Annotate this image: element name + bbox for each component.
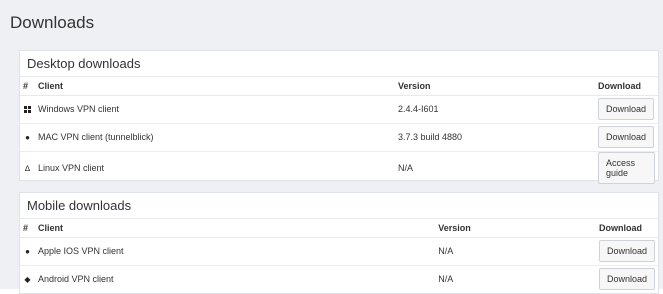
client-name: Apple IOS VPN client: [35, 237, 436, 266]
column-header-download: Download: [595, 77, 658, 96]
client-name: Linux VPN client: [38, 162, 105, 173]
android-download-button[interactable]: Download: [598, 268, 655, 291]
column-header-client: Client: [35, 77, 395, 96]
column-header-version: Version: [435, 219, 596, 238]
desktop-downloads-table: # Client Version Download Windows VPN cl…: [20, 77, 658, 184]
client-version: 3.7.3 build 4880: [395, 123, 595, 152]
android-icon: ◆: [24, 275, 31, 285]
mobile-downloads-heading: Mobile downloads: [20, 193, 658, 219]
linux-access-guide-button[interactable]: Access guide: [598, 151, 655, 184]
client-name: MAC VPN client (tunnelblick): [35, 123, 395, 152]
client-version: 2.4.4-I601: [395, 95, 595, 124]
column-header-download: Download: [595, 219, 658, 238]
ios-download-button[interactable]: Download: [598, 240, 655, 262]
client-version: N/A: [398, 162, 414, 173]
table-row: ● MAC VPN client (tunnelblick) 3.7.3 bui…: [20, 123, 658, 152]
client-version: N/A: [435, 237, 596, 266]
desktop-downloads-panel: Desktop downloads # Client Version Downl…: [19, 50, 659, 184]
linux-icon: ∆: [25, 163, 30, 173]
table-row: Windows VPN client 2.4.4-I601 Download: [20, 95, 658, 124]
table-header-row: # Client Version Download: [20, 77, 658, 96]
mobile-downloads-panel: Mobile downloads # Client Version Downlo…: [19, 192, 659, 294]
mac-download-button[interactable]: Download: [598, 126, 655, 148]
column-header-version: Version: [395, 77, 595, 96]
mobile-downloads-table: # Client Version Download ● Apple IOS VP…: [20, 219, 658, 293]
downloads-page: Downloads Desktop downloads # Client Ver…: [0, 0, 663, 294]
client-name: Windows VPN client: [35, 95, 395, 124]
table-header-row: # Client Version Download: [20, 219, 658, 238]
page-title: Downloads: [10, 13, 95, 32]
apple-icon: ●: [25, 133, 30, 142]
column-header-number: #: [20, 219, 35, 238]
table-row: ● Apple IOS VPN client N/A Download: [20, 237, 658, 266]
desktop-downloads-heading: Desktop downloads: [20, 51, 658, 77]
column-header-client: Client: [35, 219, 436, 238]
column-header-number: #: [20, 77, 35, 96]
table-row: ∆ Linux VPN client N/A Access guide: [20, 151, 658, 184]
apple-icon: ●: [25, 247, 30, 256]
windows-download-button[interactable]: Download: [598, 98, 655, 120]
windows-icon: [23, 105, 32, 114]
